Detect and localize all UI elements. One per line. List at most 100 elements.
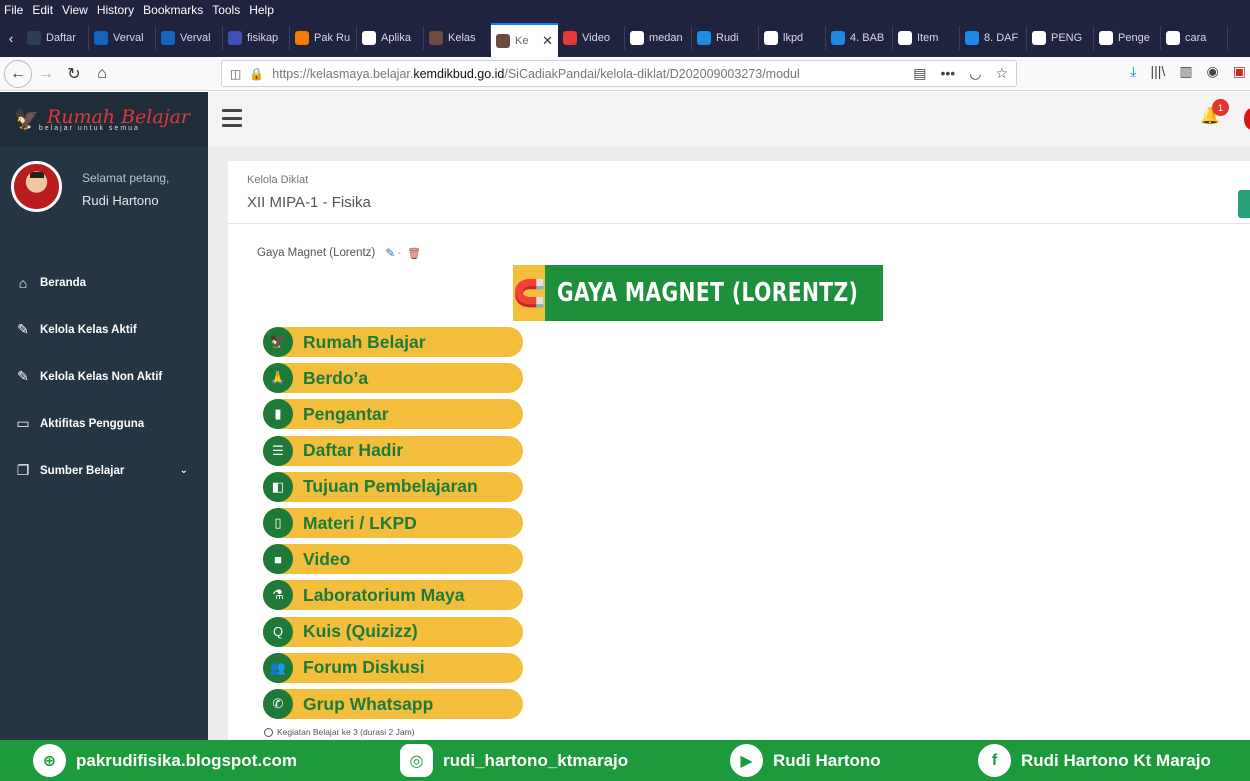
user-menu-avatar[interactable] — [1244, 108, 1250, 130]
tab-16[interactable]: Penge — [1094, 26, 1161, 50]
menu-help[interactable]: Help — [249, 3, 274, 17]
footer-instagram[interactable]: ◎ rudi_hartono_ktmarajo — [400, 740, 628, 781]
sidebar-toggle-icon[interactable]: ▥ — [1179, 63, 1192, 80]
tab-label: cara — [1185, 32, 1207, 44]
tab-14[interactable]: 8. DAF — [960, 26, 1027, 50]
tab-4[interactable]: Pak Ru — [290, 26, 357, 50]
bookmark-star-icon[interactable]: ☆ — [995, 65, 1008, 82]
tab-0[interactable]: Daftar — [22, 26, 89, 50]
tab-favicon-icon — [362, 31, 376, 45]
tab-3[interactable]: fisikap — [223, 26, 290, 50]
footer-facebook[interactable]: f Rudi Hartono Kt Marajo — [978, 740, 1211, 781]
tab-close-icon[interactable]: ✕ — [542, 33, 553, 49]
module-link-label: Daftar Hadir — [303, 440, 404, 461]
tab-favicon-icon — [295, 31, 309, 45]
footer-blog[interactable]: ⊕ pakrudifisika.blogspot.com — [33, 740, 297, 781]
sidebar-item-label: Kelola Kelas Non Aktif — [40, 370, 163, 383]
tab-favicon-icon — [697, 31, 711, 45]
tab-1[interactable]: Verval — [89, 26, 156, 50]
url-prefix: https://kelasmaya.belajar. — [272, 66, 414, 81]
module-link-materi-lkpd[interactable]: ▯ Materi / LKPD — [263, 508, 523, 538]
menu-file[interactable]: File — [4, 3, 23, 17]
module-link-rumah-belajar[interactable]: 🦅 Rumah Belajar — [263, 327, 523, 357]
tab-2[interactable]: Verval — [156, 26, 223, 50]
sidebar-item-beranda[interactable]: ⌂ Beranda — [0, 259, 208, 306]
pocket-icon[interactable]: ◡ — [969, 65, 981, 82]
module-link-berdo-a[interactable]: 🙏 Berdo’a — [263, 363, 523, 394]
module-link-forum-diskusi[interactable]: 👥 Forum Diskusi — [263, 652, 523, 683]
tab-favicon-icon — [965, 31, 979, 45]
tab-11[interactable]: lkpd — [759, 26, 826, 50]
tab-10[interactable]: Rudi — [692, 26, 759, 50]
tab-scroll-left-icon[interactable]: ‹ — [0, 19, 22, 57]
tab-favicon-icon — [764, 31, 778, 45]
separator: - — [397, 247, 402, 259]
tab-favicon-icon — [1099, 31, 1113, 45]
book-icon: ▮ — [263, 399, 293, 430]
menu-edit[interactable]: Edit — [32, 3, 53, 17]
tab-favicon-icon — [898, 31, 912, 45]
sidebar-item-label: Kelola Kelas Aktif — [40, 323, 137, 336]
home-button[interactable]: ⌂ — [88, 60, 116, 88]
tab-label: Verval — [180, 32, 211, 44]
action-button[interactable] — [1238, 190, 1250, 218]
library-icon[interactable]: |||\ — [1151, 63, 1166, 80]
tab-8[interactable]: Video — [558, 26, 625, 50]
trash-icon[interactable]: 🗑 — [407, 247, 421, 260]
reader-view-icon[interactable]: ▤ — [913, 65, 926, 82]
footer-youtube[interactable]: ▶ Rudi Hartono — [730, 740, 881, 781]
module-link-video[interactable]: ■ Video — [263, 544, 523, 575]
module-link-laboratorium-maya[interactable]: ⚗ Laboratorium Maya — [263, 580, 523, 611]
sidebar-item-kelola-kelas-aktif[interactable]: ✎ Kelola Kelas Aktif — [0, 306, 208, 353]
module-link-tujuan-pembelajaran[interactable]: ◧ Tujuan Pembelajaran — [263, 471, 523, 502]
module-link-grup-whatsapp[interactable]: ✆ Grup Whatsapp — [263, 689, 523, 719]
more-actions-icon[interactable]: ••• — [941, 65, 956, 82]
tab-favicon-icon — [630, 31, 644, 45]
edit-pencil-icon[interactable]: ✎ — [385, 246, 395, 260]
extension-icon[interactable]: ▣ — [1233, 63, 1246, 80]
account-icon[interactable]: ◉ — [1207, 63, 1219, 80]
tab-17[interactable]: cara — [1161, 26, 1228, 50]
tab-label: Kelas — [448, 32, 476, 44]
menu-tools[interactable]: Tools — [212, 3, 240, 17]
sidebar-item-sumber-belajar[interactable]: ❐ Sumber Belajar ⌄ — [0, 447, 208, 494]
module-link-daftar-hadir[interactable]: ☰ Daftar Hadir — [263, 435, 523, 466]
shield-icon[interactable]: ◫ — [230, 67, 241, 81]
tab-7[interactable]: Ke ✕ — [491, 23, 558, 57]
url-domain: kemdikbud.go.id — [413, 66, 505, 81]
reload-button[interactable]: ↻ — [60, 60, 88, 88]
back-button[interactable]: ← — [4, 59, 32, 88]
tab-9[interactable]: medan — [625, 26, 692, 50]
tab-6[interactable]: Kelas — [424, 26, 491, 50]
download-icon[interactable]: ⤓ — [1130, 63, 1136, 80]
module-link-label: Kuis (Quizizz) — [303, 621, 418, 642]
tab-label: fisikap — [247, 32, 279, 44]
breadcrumb[interactable]: Kelola Diklat — [247, 174, 308, 186]
module-link-label: Rumah Belajar — [303, 331, 426, 352]
sidebar-item-label: Beranda — [40, 276, 87, 289]
tab-13[interactable]: Item — [893, 26, 960, 50]
forward-button[interactable]: → — [32, 60, 60, 88]
module-link-label: Materi / LKPD — [303, 512, 417, 533]
sidebar-item-kelola-kelas-non-aktif[interactable]: ✎ Kelola Kelas Non Aktif — [0, 353, 208, 400]
module-link-kuis-quizizz[interactable]: Q Kuis (Quizizz) — [263, 616, 523, 647]
module-link-pengantar[interactable]: ▮ Pengantar — [263, 399, 523, 430]
module-link-label: Laboratorium Maya — [303, 584, 465, 605]
logo[interactable]: 🦅 Rumah Belajar belajar untuk semua — [0, 92, 208, 147]
menu-view[interactable]: View — [62, 3, 88, 17]
tab-label: Item — [917, 32, 939, 44]
module-banner: 🧲 GAYA MAGNET (LORENTZ) — [513, 265, 883, 321]
tab-5[interactable]: Aplika — [357, 26, 424, 50]
url-bar[interactable]: ◫ 🔒 https://kelasmaya.belajar. kemdikbud.… — [221, 60, 1017, 87]
menu-history[interactable]: History — [97, 3, 134, 17]
tab-15[interactable]: PENG — [1027, 26, 1094, 50]
tab-12[interactable]: 4. BAB — [826, 26, 893, 50]
sidebar-item-aktifitas-pengguna[interactable]: ▭ Aktifitas Pengguna — [0, 400, 208, 447]
copy-icon: ❐ — [16, 462, 30, 478]
chevron-down-icon: ⌄ — [179, 465, 188, 476]
menu-bookmarks[interactable]: Bookmarks — [143, 3, 203, 17]
banner-text: GAYA MAGNET (LORENTZ) — [557, 278, 859, 308]
hamburger-menu-icon[interactable] — [222, 109, 242, 127]
youtube-icon: ▶ — [730, 744, 763, 777]
lock-icon: 🔒 — [249, 66, 265, 81]
